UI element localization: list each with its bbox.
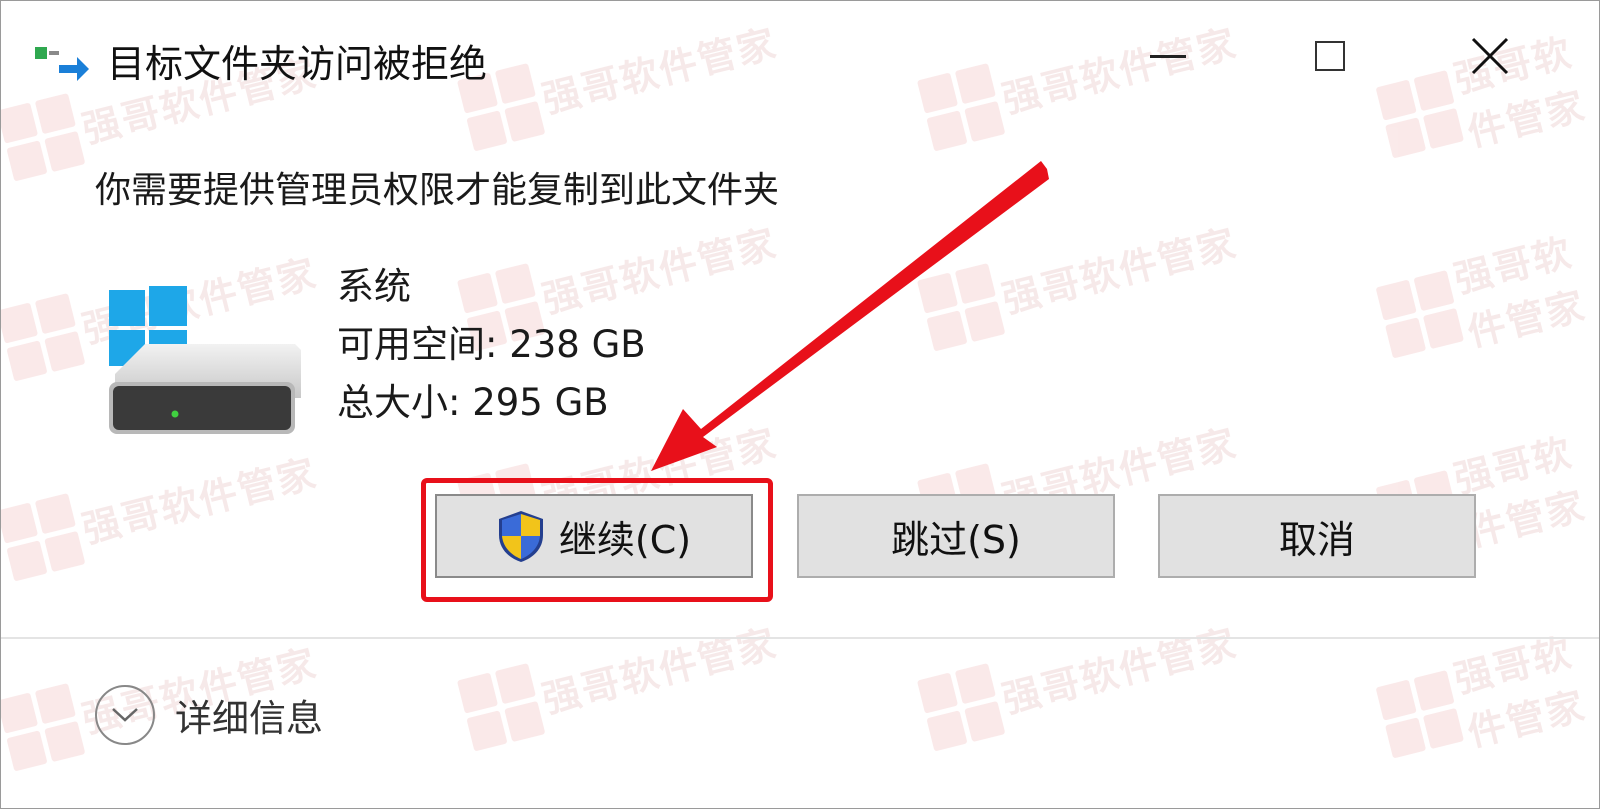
- watermark: 强哥软件管家: [916, 603, 1244, 752]
- drive-icon: [109, 286, 301, 434]
- details-label: 详细信息: [175, 697, 323, 740]
- drive-total-size: 总大小: 295 GB: [337, 381, 609, 424]
- minimize-icon: [1150, 54, 1186, 58]
- drive-name: 系统: [337, 265, 411, 308]
- maximize-button[interactable]: [1285, 23, 1375, 89]
- chevron-down-icon: [95, 685, 155, 745]
- uac-shield-icon: [498, 511, 543, 562]
- close-button[interactable]: [1445, 23, 1535, 89]
- close-icon: [1471, 37, 1509, 75]
- skip-button-label: 跳过(S): [891, 517, 1021, 562]
- cancel-button[interactable]: 取消: [1158, 494, 1476, 578]
- watermark: 强哥软件管家: [1371, 616, 1599, 776]
- watermark: 强哥软件管家: [916, 203, 1244, 352]
- copy-arrow-icon: [35, 47, 89, 81]
- title-bar[interactable]: 目标文件夹访问被拒绝: [1, 1, 1599, 111]
- skip-button[interactable]: 跳过(S): [797, 494, 1115, 578]
- watermark: 强哥软件管家: [1371, 216, 1599, 376]
- message-text: 你需要提供管理员权限才能复制到此文件夹: [95, 170, 780, 211]
- drive-free-space: 可用空间: 238 GB: [337, 323, 646, 366]
- dialog-window: 强哥软件管家 强哥软件管家 强哥软件管家 强哥软件管家 强哥软件管家 强哥软件管…: [0, 0, 1600, 809]
- drive-info: 系统 可用空间: 238 GB 总大小: 295 GB: [337, 263, 646, 437]
- watermark: 强哥软件管家: [1, 433, 324, 582]
- divider: [1, 637, 1599, 639]
- watermark: 强哥软件管家: [456, 603, 784, 752]
- cancel-button-label: 取消: [1278, 517, 1355, 562]
- window-title: 目标文件夹访问被拒绝: [107, 42, 488, 86]
- details-toggle[interactable]: 详细信息: [95, 685, 323, 745]
- continue-button-label: 继续(C): [558, 517, 692, 562]
- minimize-button[interactable]: [1123, 23, 1213, 89]
- maximize-icon: [1315, 41, 1345, 71]
- continue-button[interactable]: 继续(C): [435, 494, 753, 578]
